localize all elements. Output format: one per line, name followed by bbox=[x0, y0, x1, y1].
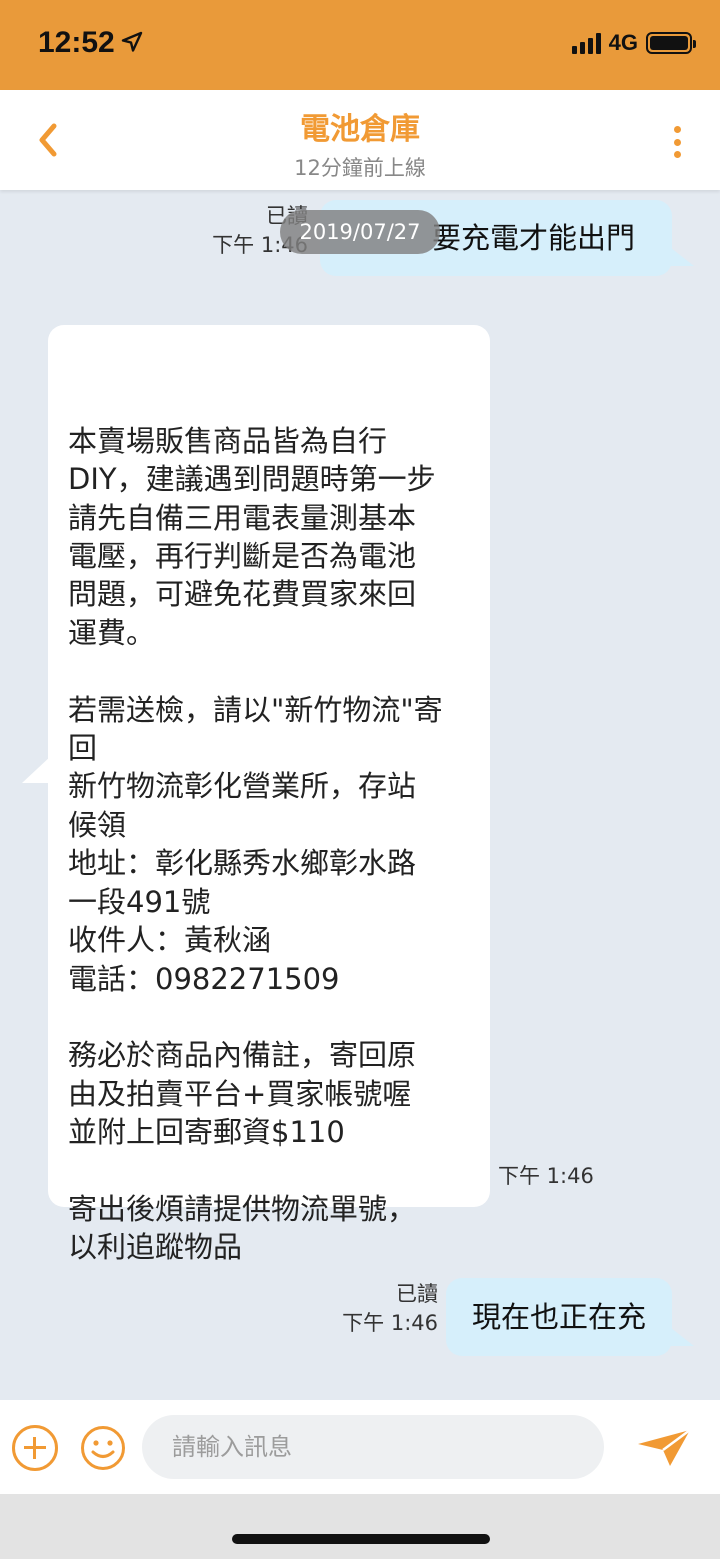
location-arrow-icon bbox=[121, 31, 143, 52]
message-meta: 已讀 下午 1:46 bbox=[310, 1280, 438, 1338]
battery-icon bbox=[646, 32, 696, 54]
network-type: 4G bbox=[608, 30, 638, 55]
message-time: 下午 1:46 bbox=[498, 1164, 594, 1188]
status-bar: 12:52 4G bbox=[0, 0, 720, 90]
message-text: 要充電才能出門 bbox=[432, 221, 636, 255]
home-bar bbox=[0, 1494, 720, 1559]
message-text: 本賣場販售商品皆為自行 DIY，建議遇到問題時第一步 請先自備三用電表量測基本 … bbox=[68, 423, 443, 1265]
message-text: 現在也正在充 bbox=[471, 1300, 646, 1334]
plus-circle-icon[interactable] bbox=[12, 1425, 58, 1471]
more-vertical-icon[interactable] bbox=[672, 126, 682, 158]
message-input[interactable] bbox=[142, 1415, 604, 1479]
message-time: 下午 1:46 bbox=[342, 1311, 438, 1335]
chat-header: 電池倉庫 12分鐘前上線 bbox=[0, 90, 720, 190]
chat-area[interactable]: 已讀 下午 1:46 要充電才能出門 2019/07/27 本賣場販售商品皆為自… bbox=[0, 190, 720, 1400]
message-bubble-outgoing[interactable]: 現在也正在充 bbox=[446, 1278, 694, 1356]
message-bubble-incoming[interactable]: 本賣場販售商品皆為自行 DIY，建議遇到問題時第一步 請先自備三用電表量測基本 … bbox=[22, 325, 490, 1264]
online-status: 12分鐘前上線 bbox=[294, 156, 426, 180]
signal-bars-icon bbox=[571, 32, 601, 54]
home-indicator[interactable] bbox=[232, 1534, 490, 1544]
read-receipt: 已讀 bbox=[396, 1282, 438, 1306]
status-time: 12:52 bbox=[38, 26, 115, 59]
input-bar bbox=[0, 1400, 720, 1494]
smiley-icon[interactable] bbox=[80, 1425, 126, 1471]
send-icon[interactable] bbox=[636, 1428, 692, 1468]
date-pill: 2019/07/27 bbox=[280, 210, 440, 254]
chat-title: 電池倉庫 bbox=[300, 112, 420, 147]
